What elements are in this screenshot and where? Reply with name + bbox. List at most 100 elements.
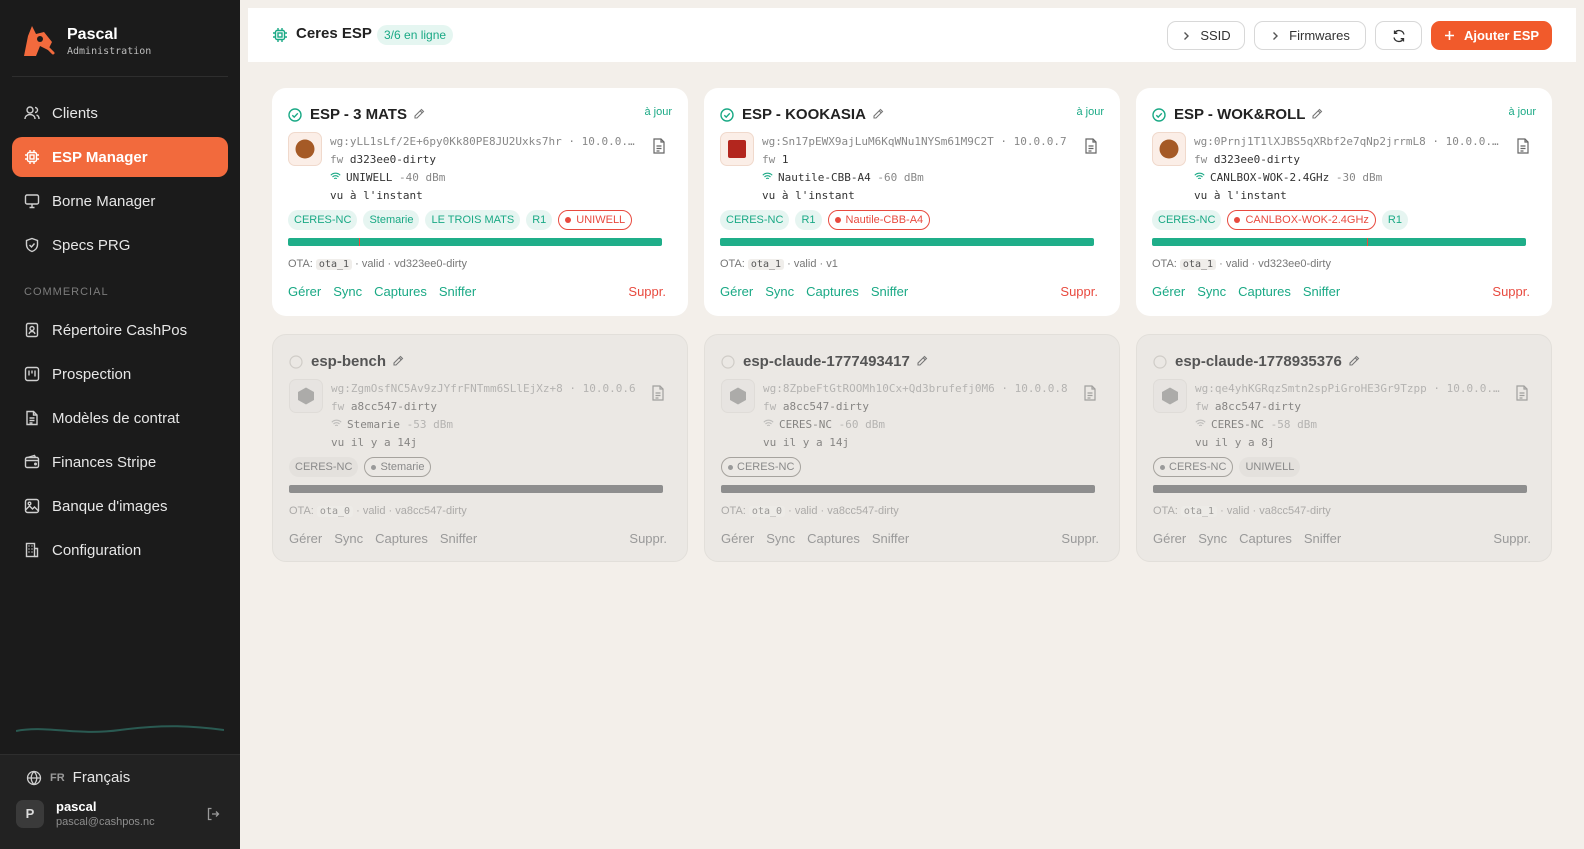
wifi-icon (330, 172, 341, 180)
esp-name[interactable]: esp-bench (311, 353, 404, 370)
firmware-line: fw a8cc547-dirty (1195, 398, 1501, 416)
ssid-button[interactable]: SSID (1167, 21, 1245, 50)
action-sync-link[interactable]: Sync (334, 531, 363, 546)
action-manage-link[interactable]: Gérer (288, 284, 321, 299)
users-icon (24, 106, 40, 120)
page-title: Ceres ESP (296, 25, 372, 42)
action-captures-link[interactable]: Captures (807, 531, 860, 546)
sidebar-item-modeles-contrat[interactable]: Modèles de contrat (12, 398, 228, 438)
action-captures-link[interactable]: Captures (1238, 284, 1291, 299)
last-seen: vu à l'instant (330, 189, 423, 202)
esp-name[interactable]: esp-claude-1778935376 (1175, 353, 1360, 370)
action-sync-link[interactable]: Sync (765, 284, 794, 299)
delete-link[interactable]: Suppr. (1493, 531, 1531, 546)
sidebar-item-repertoire[interactable]: Répertoire CashPos (12, 310, 228, 350)
action-manage-link[interactable]: Gérer (289, 531, 322, 546)
sidebar-item-specs-prg[interactable]: Specs PRG (12, 225, 228, 265)
action-captures-link[interactable]: Captures (374, 284, 427, 299)
action-sniffer-link[interactable]: Sniffer (1304, 531, 1341, 546)
last-seen: vu il y a 14j (763, 436, 850, 449)
action-manage-link[interactable]: Gérer (1153, 531, 1186, 546)
action-manage-link[interactable]: Gérer (1152, 284, 1185, 299)
sidebar-item-esp-manager[interactable]: ESP Manager (12, 137, 228, 177)
esp-name[interactable]: ESP - 3 MATS (310, 106, 425, 123)
esp-card: esp-claude-1777493417 wg:8ZpbeFtGtROOMh10… (704, 334, 1120, 562)
wifi-icon (762, 172, 773, 180)
esp-card: ESP - KOOKASIA à jour wg:Sn17pEWX9ajLuM6Kq… (704, 88, 1120, 316)
pencil-icon[interactable] (413, 108, 425, 120)
action-sync-link[interactable]: Sync (333, 284, 362, 299)
logs-document-icon[interactable] (1515, 385, 1529, 401)
ota-prefix: OTA: (721, 505, 746, 517)
delete-link[interactable]: Suppr. (1492, 284, 1530, 299)
add-esp-button[interactable]: Ajouter ESP (1431, 21, 1552, 50)
refresh-button[interactable] (1375, 21, 1422, 50)
language-label: Français (72, 769, 131, 786)
kanban-icon (24, 366, 40, 382)
logs-document-icon[interactable] (651, 385, 665, 401)
action-sync-link[interactable]: Sync (1198, 531, 1227, 546)
logs-document-icon[interactable] (652, 138, 666, 154)
esp-name[interactable]: ESP - KOOKASIA (742, 106, 884, 123)
ota-partition: ota_1 (1179, 259, 1217, 270)
card-actions: Gérer Sync Captures Sniffer Suppr. (720, 284, 1098, 299)
logs-document-icon[interactable] (1084, 138, 1098, 154)
sidebar-item-label: Clients (52, 104, 98, 122)
pencil-icon[interactable] (916, 355, 928, 367)
delete-link[interactable]: Suppr. (1061, 531, 1099, 546)
action-captures-link[interactable]: Captures (1239, 531, 1292, 546)
action-sniffer-link[interactable]: Sniffer (439, 284, 476, 299)
action-captures-link[interactable]: Captures (375, 531, 428, 546)
esp-name[interactable]: ESP - WOK&ROLL (1174, 106, 1323, 123)
sidebar-item-clients[interactable]: Clients (12, 93, 228, 133)
firmwares-button[interactable]: Firmwares (1254, 21, 1366, 50)
device-thumbnail (289, 379, 323, 413)
action-sniffer-link[interactable]: Sniffer (1303, 284, 1340, 299)
logs-document-icon[interactable] (1083, 385, 1097, 401)
decorative-wave (16, 725, 224, 733)
pencil-icon[interactable] (872, 108, 884, 120)
action-sniffer-link[interactable]: Sniffer (872, 531, 909, 546)
pencil-icon[interactable] (392, 355, 404, 367)
ota-partition: ota_1 (1180, 506, 1218, 517)
language-selector[interactable]: FR Français (26, 769, 130, 786)
delete-link[interactable]: Suppr. (1060, 284, 1098, 299)
sidebar-item-finances-stripe[interactable]: Finances Stripe (12, 442, 228, 482)
progress-bar (721, 485, 1095, 493)
progress-bar (289, 485, 663, 493)
action-sync-link[interactable]: Sync (766, 531, 795, 546)
sidebar-item-borne-manager[interactable]: Borne Manager (12, 181, 228, 221)
ota-status: OTA: ota_1 · valid · vd323ee0-dirty (1152, 258, 1331, 270)
ota-status: OTA: ota_0 · valid · va8cc547-dirty (289, 505, 467, 517)
wifi-offline-tag: CERES-NC (1153, 457, 1234, 477)
device-thumbnail (1152, 132, 1186, 166)
ota-status: OTA: ota_0 · valid · va8cc547-dirty (721, 505, 899, 517)
action-sync-link[interactable]: Sync (1197, 284, 1226, 299)
sync-date: à jour (644, 106, 672, 118)
pencil-icon[interactable] (1348, 355, 1360, 367)
fw-prefix: fw (331, 400, 345, 413)
logout-icon[interactable] (206, 807, 220, 821)
action-sniffer-link[interactable]: Sniffer (871, 284, 908, 299)
logs-document-icon[interactable] (1516, 138, 1530, 154)
status-offline-icon (721, 355, 735, 369)
action-manage-link[interactable]: Gérer (721, 531, 754, 546)
hexagon-icon (730, 387, 746, 405)
action-captures-link[interactable]: Captures (806, 284, 859, 299)
sidebar-item-prospection[interactable]: Prospection (12, 354, 228, 394)
wifi-line: UNIWELL -40 dBm (330, 169, 636, 187)
sidebar-item-configuration[interactable]: Configuration (12, 530, 228, 570)
ota-detail: · valid · vd323ee0-dirty (1219, 258, 1331, 270)
action-sniffer-link[interactable]: Sniffer (440, 531, 477, 546)
delete-link[interactable]: Suppr. (629, 531, 667, 546)
wallet-icon (24, 454, 40, 469)
tag-list: CERES-NC CANLBOX-WOK-2.4GHz R1 (1152, 210, 1414, 230)
action-manage-link[interactable]: Gérer (720, 284, 753, 299)
delete-link[interactable]: Suppr. (628, 284, 666, 299)
sidebar-item-banque-images[interactable]: Banque d'images (12, 486, 228, 526)
add-esp-button-label: Ajouter ESP (1463, 28, 1540, 43)
pencil-icon[interactable] (1311, 108, 1323, 120)
brand[interactable]: Pascal Administration (20, 22, 151, 60)
esp-name[interactable]: esp-claude-1777493417 (743, 353, 928, 370)
ota-detail: · valid · v1 (787, 258, 838, 270)
